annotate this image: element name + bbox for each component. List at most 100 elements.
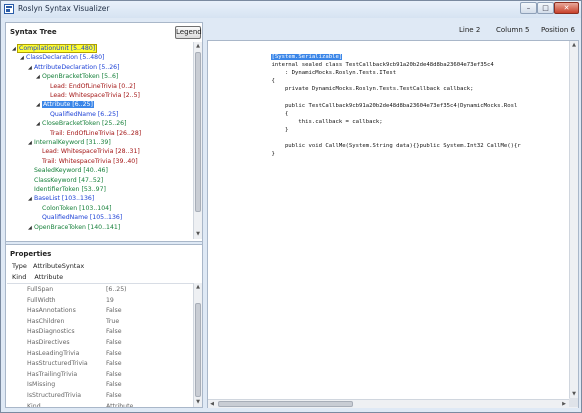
tree-node[interactable]: QualifiedName [105..136] (36, 213, 122, 222)
property-grid[interactable]: FullSpan [6..25) FullWidth 19 HasAnnotations… (7, 283, 193, 407)
tree-node[interactable]: ◢ InternalKeyword [31..39] (28, 138, 111, 147)
maximize-button[interactable]: □ (537, 2, 554, 14)
property-row[interactable]: FullWidth 19 (7, 295, 193, 306)
scroll-up-arrow-icon[interactable]: ▲ (194, 283, 202, 291)
code-line: private DynamicMocks.Roslyn.Tests.TestCa… (258, 85, 570, 93)
status-position: Position 6 (541, 26, 575, 34)
property-row[interactable]: HasAnnotations False (7, 305, 193, 316)
code-line: this.callback = callback; (258, 118, 570, 126)
type-value: AttributeSyntax (33, 262, 85, 270)
tree-node[interactable]: ◢ CompilationUnit [5..480] (12, 44, 98, 53)
property-row[interactable]: HasDirectives False (7, 337, 193, 348)
tree-node[interactable]: Trail: EndOfLineTrivia [26..28] (44, 129, 141, 138)
property-value: False (106, 370, 122, 378)
tree-node-label: Lead: EndOfLineTrivia [0..2] (50, 82, 136, 90)
property-name: HasDirectives (27, 339, 70, 346)
tree-node-label: OpenBracketToken [5..6] (42, 73, 119, 81)
property-row[interactable]: HasDiagnostics False (7, 326, 193, 337)
code-line-text: public void CallMe(System.String data){}… (258, 143, 521, 150)
tree-node-label: CompilationUnit [5..480] (16, 44, 98, 53)
tree-node[interactable]: ColonToken [103..104] (36, 204, 111, 213)
tree-node[interactable]: IdentifierToken [53..97] (28, 185, 106, 194)
property-row[interactable]: FullSpan [6..25) (7, 284, 193, 295)
code-line-text: { (258, 78, 275, 85)
tree-node[interactable]: ◢ ClassDeclaration [5..480] (20, 53, 104, 62)
close-button[interactable]: ✕ (554, 2, 579, 14)
tree-node-label: OpenBraceToken [140..141] (34, 223, 121, 231)
scroll-down-arrow-icon[interactable]: ▼ (570, 390, 578, 398)
scroll-right-arrow-icon[interactable]: ▶ (560, 400, 568, 408)
scroll-down-arrow-icon[interactable]: ▼ (194, 398, 202, 406)
property-row[interactable]: HasTrailingTrivia False (7, 369, 193, 380)
scroll-up-arrow-icon[interactable]: ▲ (194, 42, 202, 50)
tree-node-label: ClassKeyword [47..52] (34, 176, 104, 184)
tree-node[interactable]: Lead: WhitespaceTrivia [28..31] (36, 147, 140, 156)
tree-node[interactable]: Lead: EndOfLineTrivia [0..2] (44, 82, 136, 91)
property-row[interactable]: IsMissing False (7, 379, 193, 390)
editor-hscroll-thumb[interactable] (218, 401, 353, 407)
tree-vertical-scrollbar[interactable]: ▲ ▼ (193, 42, 202, 239)
tree-node-label: QualifiedName [105..136] (42, 214, 123, 222)
code-line-text: internal sealed class TestCallback9cb91a… (258, 62, 494, 69)
code-text[interactable]: [System.Serializable] internal sealed cl… (258, 45, 570, 395)
editor-vertical-scrollbar[interactable]: ▲ ▼ (569, 41, 578, 399)
kind-value: Attribute (34, 273, 64, 281)
tree-node[interactable]: ◢ OpenBraceToken [140..141] (28, 223, 120, 232)
tree-node-label: Attribute [6..25] (42, 101, 94, 109)
property-value: False (106, 328, 122, 336)
app-window: Roslyn Syntax Visualizer – □ ✕ Syntax Tr… (0, 0, 582, 413)
properties-panel: Properties Type AttributeSyntax Kind Att… (6, 246, 202, 408)
property-row[interactable]: HasStructuredTrivia False (7, 358, 193, 369)
tree-node-label: CloseBracketToken [25..26] (42, 120, 127, 128)
tree-node[interactable]: ◢ BaseList [103..136] (28, 194, 94, 203)
tree-node[interactable]: QualifiedName [6..25] (44, 110, 118, 119)
tree-node-label: InternalKeyword [31..39] (34, 139, 111, 146)
minimize-button[interactable]: – (520, 2, 537, 14)
tree-node-label: Lead: WhitespaceTrivia [2..5] (50, 92, 140, 99)
tree-node[interactable]: SealedKeyword [40..46] (28, 166, 108, 175)
editor-horizontal-scrollbar[interactable]: ◀ ▶ (208, 399, 578, 408)
tree-node-label: BaseList [103..136] (34, 195, 95, 203)
tree-node[interactable]: Lead: WhitespaceTrivia [2..5] (44, 91, 140, 100)
scroll-up-arrow-icon[interactable]: ▲ (570, 41, 578, 49)
tree-node-label: Trail: EndOfLineTrivia [26..28] (50, 129, 142, 137)
property-row[interactable]: HasChildren True (7, 316, 193, 327)
tree-node[interactable]: ◢ Attribute [6..25] (36, 100, 94, 109)
properties-vertical-scrollbar[interactable]: ▲ ▼ (193, 283, 202, 407)
syntax-tree[interactable]: ◢ CompilationUnit [5..480] ◢ ClassDeclarati… (6, 42, 194, 239)
property-name: HasLeadingTrivia (27, 349, 80, 357)
code-line: { (258, 110, 570, 118)
properties-scroll-thumb[interactable] (195, 303, 201, 397)
property-value: False (106, 381, 122, 389)
property-row[interactable]: HasLeadingTrivia False (7, 348, 193, 359)
code-line: } (258, 126, 570, 134)
tree-node[interactable]: Trail: WhitespaceTrivia [39..40] (36, 157, 138, 166)
code-editor[interactable]: [System.Serializable] internal sealed cl… (207, 40, 579, 408)
code-line: internal sealed class TestCallback9cb91a… (258, 61, 570, 69)
scroll-down-arrow-icon[interactable]: ▼ (194, 230, 202, 238)
property-value: False (106, 360, 122, 368)
tree-node-label: Lead: WhitespaceTrivia [28..31] (42, 148, 140, 156)
property-row[interactable]: IsStructuredTrivia False (7, 390, 193, 401)
properties-kind: Kind Attribute (12, 273, 63, 281)
code-line-text: this.callback = callback; (258, 118, 383, 125)
property-row[interactable]: Kind Attribute (7, 401, 193, 407)
property-value: False (106, 392, 122, 399)
tree-scroll-thumb[interactable] (195, 52, 201, 212)
tree-node[interactable]: ◢ CloseBracketToken [25..26] (36, 119, 127, 128)
tree-node-label: QualifiedName [6..25] (50, 110, 119, 118)
tree-node[interactable]: ClassKeyword [47..52] (28, 176, 103, 185)
panel-splitter[interactable] (6, 241, 202, 245)
title-bar[interactable]: Roslyn Syntax Visualizer – □ ✕ (1, 1, 581, 18)
code-line-text: { (258, 110, 289, 117)
tree-node[interactable]: ◢ AttributeDeclaration [5..26] (28, 63, 120, 72)
resize-grip-icon[interactable] (569, 398, 578, 407)
tree-node[interactable]: ◢ OpenBracketToken [5..6] (36, 72, 118, 81)
legend-button[interactable]: Legend (175, 26, 202, 39)
scroll-left-arrow-icon[interactable]: ◀ (208, 400, 216, 408)
property-value: 19 (106, 296, 114, 304)
